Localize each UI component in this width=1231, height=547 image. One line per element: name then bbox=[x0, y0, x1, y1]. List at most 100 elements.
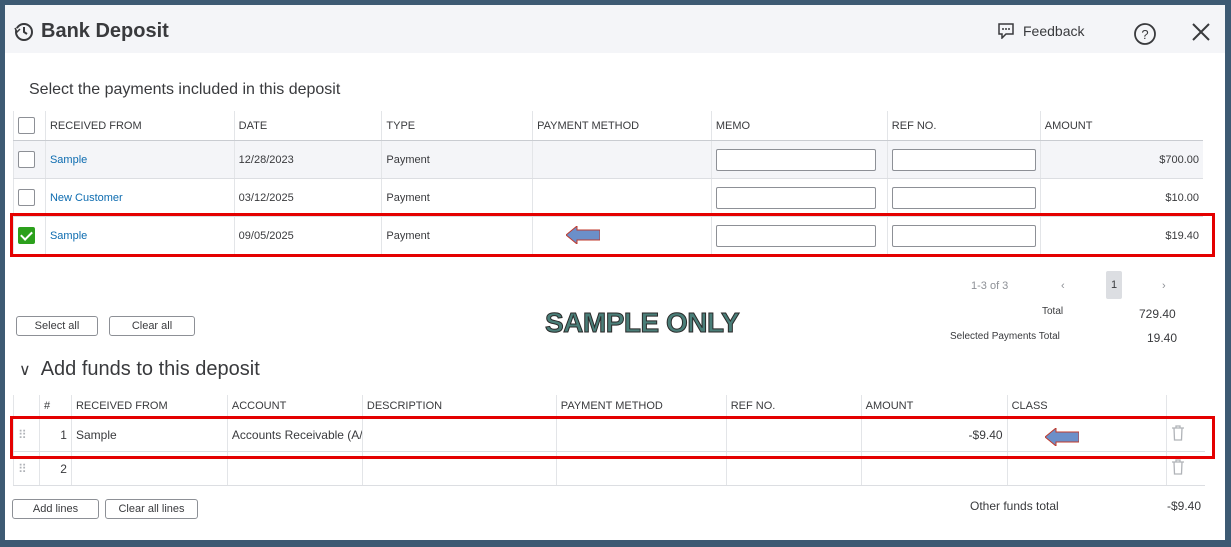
other-funds-total-label: Other funds total bbox=[970, 499, 1059, 513]
row-checkbox-checked[interactable] bbox=[18, 227, 35, 244]
memo-input[interactable] bbox=[715, 186, 876, 209]
class-cell[interactable] bbox=[1006, 417, 1167, 452]
pager-current-page[interactable]: 1 bbox=[1106, 271, 1122, 299]
table-row[interactable]: Sample 12/28/2023 Payment $700.00 bbox=[13, 140, 1203, 179]
funds-section-header[interactable]: ∨ Add funds to this deposit bbox=[19, 358, 260, 381]
col-class: CLASS bbox=[1006, 395, 1167, 418]
handle-header bbox=[13, 395, 40, 418]
drag-handle-icon[interactable]: ⠿ bbox=[13, 451, 40, 486]
payments-heading: Select the payments included in this dep… bbox=[29, 81, 341, 98]
trash-icon[interactable] bbox=[1166, 451, 1205, 486]
col-payment-method: PAYMENT METHOD bbox=[555, 395, 727, 418]
feedback-button[interactable]: Feedback bbox=[997, 23, 1084, 39]
row-checkbox[interactable] bbox=[18, 189, 35, 206]
col-number: # bbox=[38, 395, 72, 418]
feedback-label: Feedback bbox=[1023, 23, 1085, 39]
watermark-text: SAMPLE ONLY bbox=[544, 307, 740, 339]
amount-cell[interactable] bbox=[860, 451, 1008, 486]
clear-all-lines-button[interactable]: Clear all lines bbox=[105, 499, 198, 519]
description-cell[interactable] bbox=[361, 417, 557, 452]
type-cell: Payment bbox=[381, 178, 533, 217]
col-type[interactable]: TYPE bbox=[381, 111, 533, 141]
type-cell: Payment bbox=[381, 140, 533, 179]
class-cell[interactable] bbox=[1006, 451, 1167, 486]
col-ref-no: REF NO. bbox=[725, 395, 862, 418]
other-funds-total-value: -$9.40 bbox=[1167, 499, 1202, 513]
date-cell: 09/05/2025 bbox=[233, 216, 382, 255]
table-row[interactable]: Sample 09/05/2025 Payment $19.40 bbox=[13, 216, 1203, 255]
type-cell: Payment bbox=[381, 216, 533, 255]
description-cell[interactable] bbox=[361, 451, 557, 486]
row-checkbox[interactable] bbox=[18, 151, 35, 168]
trash-header bbox=[1166, 395, 1205, 418]
funds-heading: Add funds to this deposit bbox=[40, 358, 260, 380]
amount-cell: $19.40 bbox=[1039, 216, 1203, 255]
drag-handle-icon[interactable]: ⠿ bbox=[13, 417, 40, 452]
pager-range: 1-3 of 3 bbox=[971, 280, 1009, 292]
col-account: ACCOUNT bbox=[226, 395, 363, 418]
memo-input[interactable] bbox=[715, 148, 876, 171]
table-row[interactable]: ⠿ 2 bbox=[13, 451, 1205, 486]
close-icon[interactable] bbox=[1191, 22, 1211, 47]
col-amount: AMOUNT bbox=[860, 395, 1008, 418]
col-amount[interactable]: AMOUNT bbox=[1039, 111, 1203, 141]
title-bar: Bank Deposit Feedback ? bbox=[5, 5, 1225, 53]
col-received-from[interactable]: RECEIVED FROM bbox=[44, 111, 235, 141]
funds-header-row: # RECEIVED FROM ACCOUNT DESCRIPTION PAYM… bbox=[13, 395, 1205, 418]
selected-total-label: Selected Payments Total bbox=[950, 331, 1060, 342]
received-from-cell[interactable]: Sample bbox=[70, 417, 228, 452]
arrow-left-icon bbox=[1045, 428, 1079, 446]
ref-no-input[interactable] bbox=[891, 224, 1036, 247]
line-number: 1 bbox=[38, 417, 72, 452]
ref-no-cell[interactable] bbox=[725, 451, 862, 486]
pager-next-icon[interactable]: › bbox=[1162, 280, 1166, 292]
selected-total-value: 19.40 bbox=[1147, 331, 1178, 345]
clear-all-button[interactable]: Clear all bbox=[109, 316, 195, 336]
page-title: Bank Deposit bbox=[41, 20, 169, 42]
received-from-link[interactable]: Sample bbox=[44, 140, 235, 179]
payment-method-cell[interactable] bbox=[555, 451, 727, 486]
payment-method-cell bbox=[532, 216, 712, 255]
payment-method-cell[interactable] bbox=[555, 417, 727, 452]
date-cell: 12/28/2023 bbox=[233, 140, 382, 179]
table-row[interactable]: New Customer 03/12/2025 Payment $10.00 bbox=[13, 178, 1203, 217]
amount-cell: $10.00 bbox=[1039, 178, 1203, 217]
line-number: 2 bbox=[38, 451, 72, 486]
account-cell[interactable]: Accounts Receivable (A/ bbox=[226, 417, 363, 452]
table-row[interactable]: ⠿ 1 Sample Accounts Receivable (A/ -$9.4… bbox=[13, 417, 1205, 452]
date-cell: 03/12/2025 bbox=[233, 178, 382, 217]
col-ref-no[interactable]: REF NO. bbox=[886, 111, 1041, 141]
received-from-link[interactable]: Sample bbox=[44, 216, 235, 255]
chevron-down-icon[interactable]: ∨ bbox=[19, 360, 31, 380]
received-from-cell[interactable] bbox=[70, 451, 228, 486]
select-all-button[interactable]: Select all bbox=[16, 316, 98, 336]
col-payment-method[interactable]: PAYMENT METHOD bbox=[532, 111, 712, 141]
arrow-left-icon bbox=[566, 226, 600, 244]
col-received-from: RECEIVED FROM bbox=[70, 395, 228, 418]
account-cell[interactable] bbox=[226, 451, 363, 486]
add-lines-button[interactable]: Add lines bbox=[12, 499, 99, 519]
funds-table: # RECEIVED FROM ACCOUNT DESCRIPTION PAYM… bbox=[13, 395, 1205, 486]
memo-input[interactable] bbox=[715, 224, 876, 247]
svg-text:?: ? bbox=[1141, 27, 1148, 42]
col-memo[interactable]: MEMO bbox=[710, 111, 888, 141]
ref-no-input[interactable] bbox=[891, 148, 1036, 171]
history-icon[interactable] bbox=[14, 22, 34, 42]
payment-method-cell bbox=[532, 140, 712, 179]
ref-no-input[interactable] bbox=[891, 186, 1036, 209]
received-from-link[interactable]: New Customer bbox=[44, 178, 235, 217]
pager-prev-icon[interactable]: ‹ bbox=[1061, 280, 1065, 292]
payments-header-row: RECEIVED FROM DATE TYPE PAYMENT METHOD M… bbox=[13, 111, 1203, 141]
total-label: Total bbox=[1042, 306, 1064, 317]
amount-cell[interactable]: -$9.40 bbox=[860, 417, 1008, 452]
amount-cell: $700.00 bbox=[1039, 140, 1203, 179]
chat-bubble-icon bbox=[998, 23, 1014, 39]
ref-no-cell[interactable] bbox=[725, 417, 862, 452]
total-value: 729.40 bbox=[1139, 307, 1176, 321]
col-date[interactable]: DATE bbox=[233, 111, 382, 141]
payments-table: RECEIVED FROM DATE TYPE PAYMENT METHOD M… bbox=[13, 111, 1203, 255]
help-circle-icon[interactable]: ? bbox=[1133, 22, 1157, 51]
select-all-checkbox-cell[interactable] bbox=[13, 111, 46, 141]
header-checkbox[interactable] bbox=[18, 117, 35, 134]
trash-icon[interactable] bbox=[1166, 417, 1205, 452]
